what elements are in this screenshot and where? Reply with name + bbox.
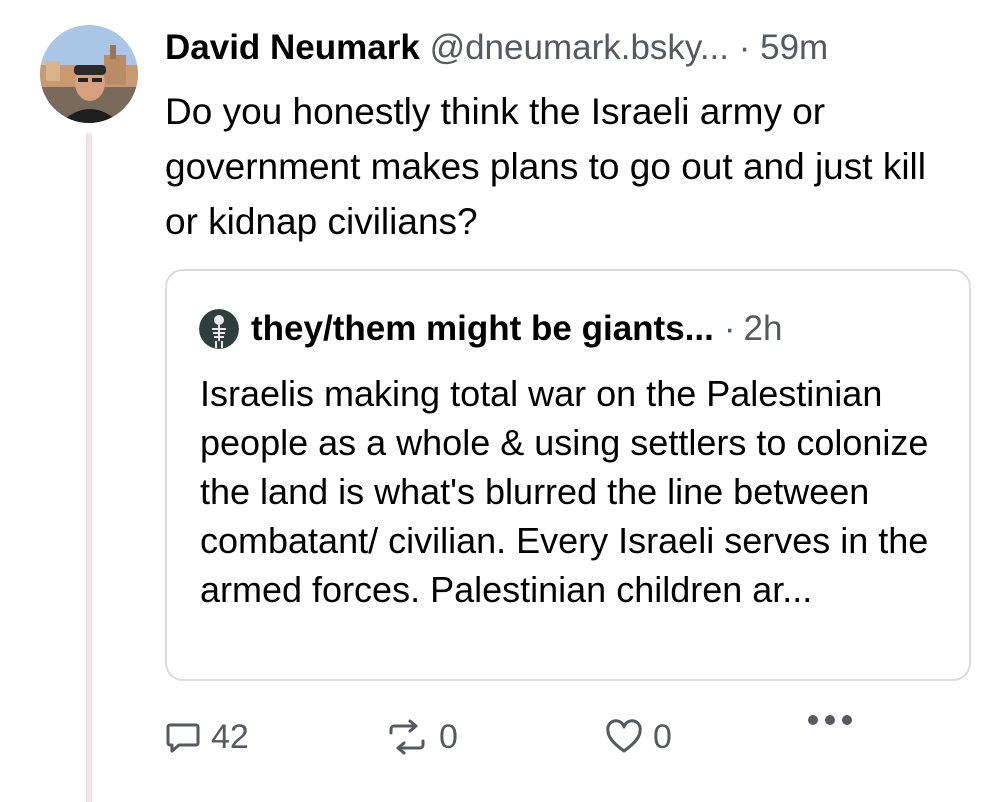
like-button[interactable]: 0	[605, 710, 672, 764]
header-separator: ·	[738, 28, 751, 67]
quote-separator: ·	[723, 309, 736, 348]
reply-button[interactable]: 42	[165, 710, 249, 764]
quote-text: Israelis making total war on the Palesti…	[200, 373, 929, 610]
post-time[interactable]: 59m	[760, 28, 828, 67]
post[interactable]: David Neumark @dneumark.bsky... · 59m Do…	[165, 26, 985, 249]
post-actions: 42 0 0	[165, 710, 865, 764]
post-text: Do you honestly think the Israeli army o…	[165, 91, 926, 242]
quote-author-avatar[interactable]	[199, 309, 239, 349]
repost-count: 0	[439, 718, 458, 756]
more-options-button[interactable]	[805, 710, 865, 730]
thread-line	[86, 133, 92, 802]
quote-author-name[interactable]: they/them might be giants...	[251, 307, 714, 351]
reply-count: 42	[211, 718, 249, 756]
heart-icon	[606, 719, 642, 753]
like-count: 0	[653, 718, 672, 756]
speech-bubble-icon	[166, 723, 200, 753]
repost-button[interactable]: 0	[385, 710, 458, 764]
repost-arrows-icon	[389, 719, 425, 755]
post-header: David Neumark @dneumark.bsky... · 59m	[165, 26, 985, 70]
ellipsis-icon	[808, 715, 852, 725]
author-handle[interactable]: @dneumark.bsky...	[430, 28, 729, 67]
quote-card[interactable]: they/them might be giants... · 2h Israel…	[165, 269, 971, 681]
author-avatar[interactable]	[40, 25, 138, 123]
quote-header: they/them might be giants... · 2h	[199, 307, 782, 351]
quote-time[interactable]: 2h	[743, 307, 782, 351]
author-name[interactable]: David Neumark	[165, 28, 420, 67]
